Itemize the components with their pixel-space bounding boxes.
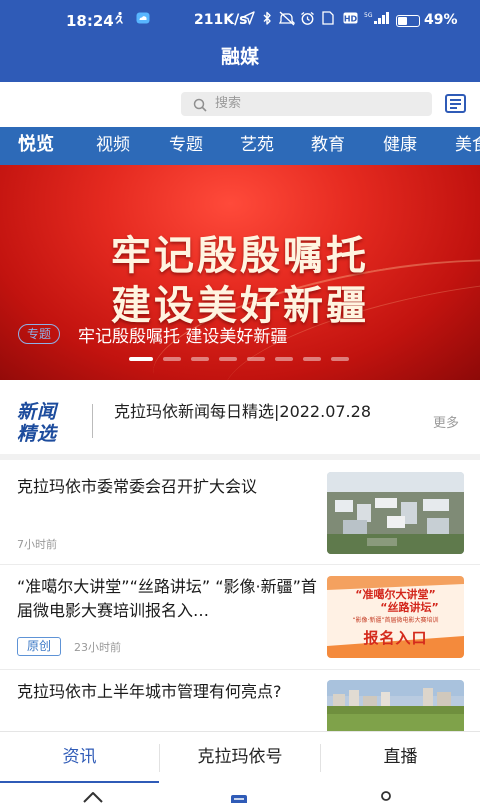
battery-level (398, 17, 407, 25)
bottom-nav (0, 783, 480, 803)
search-row: 搜索 (0, 82, 480, 127)
search-icon (193, 97, 207, 112)
tab-live[interactable]: 直播 (321, 732, 480, 784)
original-badge: 原创 (17, 637, 62, 656)
carousel-dot[interactable] (163, 357, 181, 361)
article-time: 23小时前 (74, 641, 121, 654)
tab-art[interactable]: 艺苑 (240, 127, 274, 165)
profile-icon[interactable] (380, 789, 392, 803)
article-title: 克拉玛依市上半年城市管理有何亮点? (17, 682, 282, 701)
home-icon[interactable] (82, 789, 104, 803)
tab-food[interactable]: 美食 (455, 127, 480, 165)
carousel-dot[interactable] (247, 357, 265, 361)
carousel-indicator (0, 357, 480, 363)
cloud-app-icon (136, 11, 150, 29)
newspaper-menu-icon[interactable] (444, 93, 468, 115)
article-title: 克拉玛依市委常委会召开扩大会议 (17, 477, 258, 496)
search-placeholder: 搜索 (215, 96, 242, 111)
poster-line2: “丝路讲坛” (380, 601, 439, 614)
news-pick-section[interactable]: 新闻 精选 克拉玛依新闻每日精选|2022.07.28 更多 (0, 380, 480, 460)
battery-icon (396, 15, 420, 27)
article-title: “准噶尔大讲堂”“丝路讲坛” “影像·新疆”首届微电影大赛培训报名入… (17, 577, 317, 620)
divider (92, 404, 93, 438)
article-item[interactable]: 克拉玛依市上半年城市管理有何亮点? (0, 670, 480, 731)
search-input[interactable]: 搜索 (181, 92, 432, 116)
article-item[interactable]: 克拉玛依市委常委会召开扩大会议 7小时前 (0, 460, 480, 565)
news-pick-logo-line1: 新闻 (17, 401, 58, 423)
news-pick-logo: 新闻 精选 (17, 401, 73, 445)
carousel-dot[interactable] (331, 357, 349, 361)
more-link[interactable]: 更多 (433, 412, 459, 431)
banner-tag: 专题 (18, 324, 61, 344)
svg-text:5G: 5G (364, 12, 373, 19)
tab-health[interactable]: 健康 (383, 127, 417, 165)
status-bar: 18:24 211K/s HD 5G 49% (0, 0, 480, 40)
news-pick-title[interactable]: 克拉玛依新闻每日精选|2022.07.28 (114, 401, 424, 423)
bottom-tab-bar: 资讯 克拉玛依号 直播 (0, 731, 480, 783)
page-title: 融媒 (220, 46, 259, 68)
tab-topic[interactable]: 专题 (169, 127, 203, 165)
carousel-dot[interactable] (275, 357, 293, 361)
news-icon[interactable] (230, 791, 248, 803)
bluetooth-icon (262, 11, 272, 30)
network-speed: 211K/s (194, 12, 248, 28)
running-app-icon (112, 11, 126, 29)
sim-icon (322, 11, 334, 29)
tab-yuelan[interactable]: 悦览 (18, 127, 54, 165)
carousel-dot[interactable] (303, 357, 321, 361)
article-time: 7小时前 (17, 538, 57, 551)
tab-education[interactable]: 教育 (311, 127, 345, 165)
mute-icon (278, 11, 296, 30)
alarm-icon (300, 11, 315, 30)
banner-carousel[interactable]: 牢记殷殷嘱托 建设美好新疆 专题 牢记殷殷嘱托 建设美好新疆 (0, 165, 480, 380)
carousel-dot-active[interactable] (129, 357, 153, 361)
tab-karamay-account[interactable]: 克拉玛依号 (160, 732, 320, 784)
carousel-dot[interactable] (219, 357, 237, 361)
poster-line3: “影像·新疆”首届微电影大赛培训 (352, 617, 439, 624)
signal-icon: 5G (364, 11, 390, 29)
banner-caption: 牢记殷殷嘱托 建设美好新疆 (78, 327, 288, 347)
status-time: 18:24 (66, 12, 114, 30)
tab-video[interactable]: 视频 (96, 127, 130, 165)
poster-line1: “准噶尔大讲堂” (355, 588, 436, 601)
tab-news[interactable]: 资讯 (0, 732, 159, 784)
article-thumbnail: “准噶尔大讲堂” “丝路讲坛” “影像·新疆”首届微电影大赛培训 报名入口 (327, 576, 464, 658)
hd-icon: HD (343, 11, 358, 29)
battery-percent: 49% (424, 12, 458, 28)
channel-tab-bar: 悦览 视频 专题 艺苑 教育 健康 美食 (0, 127, 480, 165)
poster-line4: 报名入口 (363, 629, 428, 647)
carousel-dot[interactable] (191, 357, 209, 361)
location-icon (242, 11, 255, 29)
article-thumbnail (327, 472, 464, 554)
svg-text:HD: HD (344, 15, 358, 24)
app-title-bar: 融媒 (0, 40, 480, 82)
news-pick-logo-line2: 精选 (17, 423, 58, 445)
article-item[interactable]: “准噶尔大讲堂”“丝路讲坛” “影像·新疆”首届微电影大赛培训报名入… 原创 2… (0, 565, 480, 670)
article-thumbnail (327, 680, 464, 731)
